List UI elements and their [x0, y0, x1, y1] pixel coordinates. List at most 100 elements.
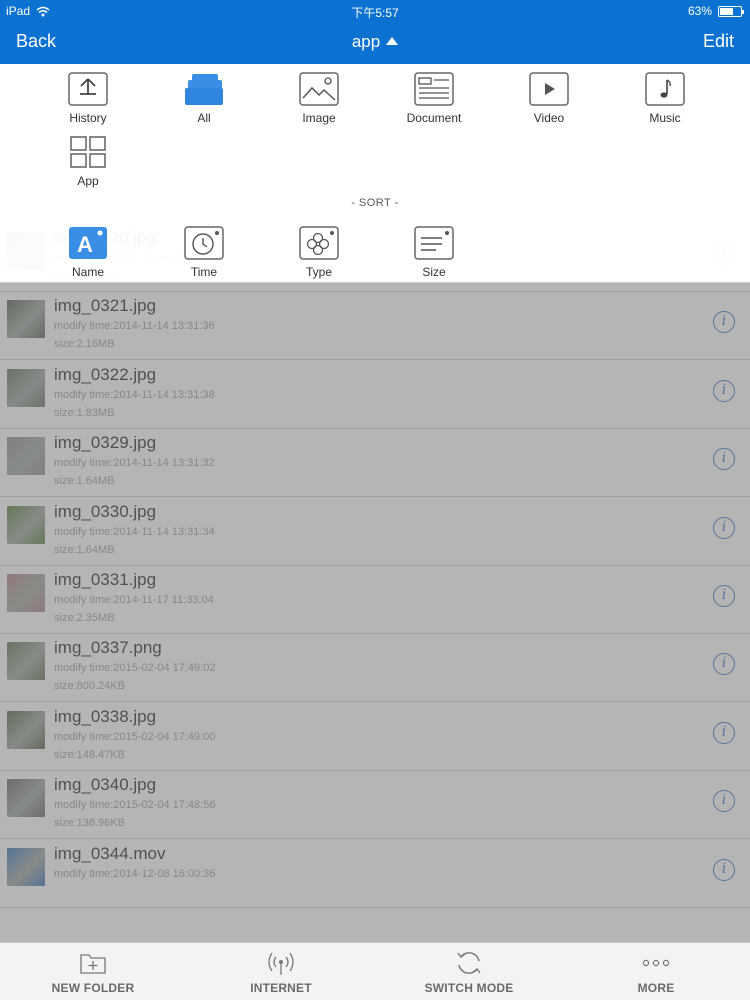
clock-icon — [184, 226, 224, 260]
sort-name[interactable]: A Name — [38, 226, 138, 279]
new-folder-button[interactable]: NEW FOLDER — [18, 949, 168, 995]
sort-type[interactable]: Type — [269, 226, 369, 279]
file-row[interactable]: img_0321.jpgmodify time:2014-11-14 13:31… — [0, 292, 750, 361]
bottom-toolbar: NEW FOLDER INTERNET SWITCH MODE MORE — [0, 942, 750, 1000]
lines-icon — [414, 226, 454, 260]
document-icon — [414, 72, 454, 106]
status-bar: iPad 下午5:57 63% — [0, 0, 750, 22]
info-icon[interactable]: i — [713, 790, 735, 813]
info-icon[interactable]: i — [713, 585, 735, 607]
filter-history-label: History — [69, 111, 107, 125]
video-thumbnail — [7, 847, 45, 886]
info-icon[interactable]: i — [713, 448, 735, 471]
sort-type-label: Type — [305, 265, 332, 279]
info-icon[interactable]: i — [713, 516, 735, 539]
file-size: size:1.64MB — [54, 543, 115, 556]
filter-all-label: All — [197, 111, 211, 125]
file-size: size:2.16MB — [54, 338, 115, 351]
image-thumbnail — [7, 505, 45, 544]
image-thumbnail — [7, 642, 45, 681]
image-thumbnail — [7, 300, 45, 339]
filter-image-label: Image — [302, 111, 336, 125]
more-label: MORE — [637, 981, 675, 995]
file-name: img_0340.jpg — [54, 775, 157, 795]
sort-section-label: - SORT - — [351, 197, 399, 209]
file-size: size:1.83MB — [54, 406, 115, 419]
music-note-icon — [645, 72, 685, 106]
new-folder-icon — [78, 949, 108, 977]
file-name: img_0338.jpg — [54, 706, 157, 726]
image-icon — [299, 72, 339, 106]
filter-video[interactable]: Video — [499, 72, 599, 125]
sort-size-label: Size — [422, 265, 446, 279]
stack-icon — [184, 72, 224, 106]
svg-text:A: A — [77, 232, 93, 257]
sort-name-label: Name — [71, 265, 104, 279]
image-thumbnail — [7, 368, 45, 407]
file-row[interactable]: img_0340.jpgmodify time:2015-02-04 17:48… — [0, 771, 750, 840]
file-modify-time: modify time:2014-11-14 13:31:34 — [54, 525, 215, 538]
file-row[interactable]: img_0329.jpgmodify time:2014-11-14 13:31… — [0, 429, 750, 498]
more-button[interactable]: MORE — [581, 949, 731, 995]
file-modify-time: modify time:2015-02-04 17:49:00 — [54, 730, 216, 743]
file-modify-time: modify time:2014-11-14 13:31:36 — [54, 320, 215, 333]
filter-app-label: App — [77, 174, 99, 188]
filter-document[interactable]: Document — [384, 72, 484, 125]
switch-mode-button[interactable]: SWITCH MODE — [394, 949, 544, 995]
filter-video-label: Video — [533, 111, 565, 125]
filter-app[interactable]: App — [38, 135, 138, 188]
file-name: img_0337.png — [54, 638, 162, 658]
file-row[interactable]: img_0337.png modify time:2015-02-04 17:49… — [0, 634, 750, 703]
image-thumbnail — [7, 779, 45, 818]
clover-icon — [299, 226, 339, 260]
folder-title-dropdown[interactable]: app — [0, 32, 750, 52]
file-modify-time: modify time:2015-02-04 17:48:56 — [54, 799, 216, 812]
info-icon[interactable]: i — [713, 311, 735, 334]
filter-panel: History All Image Document Video Music A… — [0, 64, 750, 283]
file-name: img_0331.jpg — [54, 570, 157, 589]
refresh-icon — [454, 949, 484, 977]
image-thumbnail — [7, 437, 45, 476]
file-modify-time: modify time:2014-11-17 11:33:04 — [54, 594, 214, 606]
sort-time-label: Time — [190, 265, 218, 279]
clock: 下午5:57 — [351, 6, 399, 20]
battery-percent: 63% — [687, 4, 712, 18]
internet-label: INTERNET — [250, 981, 312, 995]
sort-size[interactable]: Size — [384, 226, 484, 279]
file-row[interactable]: img_0344.movmodify time:2014-12-08 16:00… — [0, 840, 750, 908]
file-modify-time: modify time:2014-12-08 16:00:36 — [54, 867, 216, 880]
file-name: img_0321.jpg — [54, 296, 157, 316]
file-modify-time: modify time:2014-11-14 13:31:38 — [54, 388, 215, 401]
file-name: img_0344.mov — [54, 843, 166, 863]
sort-time[interactable]: Time — [154, 226, 254, 279]
new-folder-label: NEW FOLDER — [51, 981, 135, 995]
info-icon[interactable]: i — [713, 858, 735, 881]
filter-all[interactable]: All — [154, 72, 254, 125]
file-name: img_0329.jpg — [54, 433, 157, 453]
file-row[interactable]: img_0338.jpgmodify time:2015-02-04 17:49… — [0, 703, 750, 771]
file-row[interactable]: img_0331.jpgmodify time:2014-11-17 11:33… — [0, 566, 750, 634]
edit-button[interactable]: Edit — [703, 31, 734, 52]
filter-music[interactable]: Music — [615, 72, 715, 125]
filter-music-label: Music — [649, 111, 681, 125]
grid-icon — [68, 135, 108, 169]
battery-icon — [718, 5, 744, 17]
caret-up-icon — [386, 37, 399, 45]
filter-history[interactable]: History — [38, 72, 138, 125]
info-icon[interactable]: i — [713, 379, 735, 402]
file-name: img_0322.jpg — [54, 364, 157, 384]
file-modify-time: modify time:2014-11-14 13:31:32 — [54, 457, 215, 470]
navigation-bar: Back app Edit — [0, 22, 750, 64]
filter-image[interactable]: Image — [269, 72, 369, 125]
info-icon[interactable]: i — [713, 721, 735, 744]
info-icon[interactable]: i — [713, 653, 735, 676]
internet-button[interactable]: INTERNET — [206, 949, 356, 995]
image-thumbnail — [7, 710, 45, 749]
file-row[interactable]: img_0330.jpg modify time:2014-11-14 13:31… — [0, 498, 750, 566]
file-size: size:138.96KB — [54, 817, 125, 830]
file-size: size:800.24KB — [54, 680, 125, 693]
file-row[interactable]: img_0322.jpgmodify time:2014-11-14 13:31… — [0, 361, 750, 429]
file-size: size:2.35MB — [54, 612, 115, 624]
letter-a-icon: A — [68, 226, 108, 260]
folder-title: app — [351, 32, 381, 51]
